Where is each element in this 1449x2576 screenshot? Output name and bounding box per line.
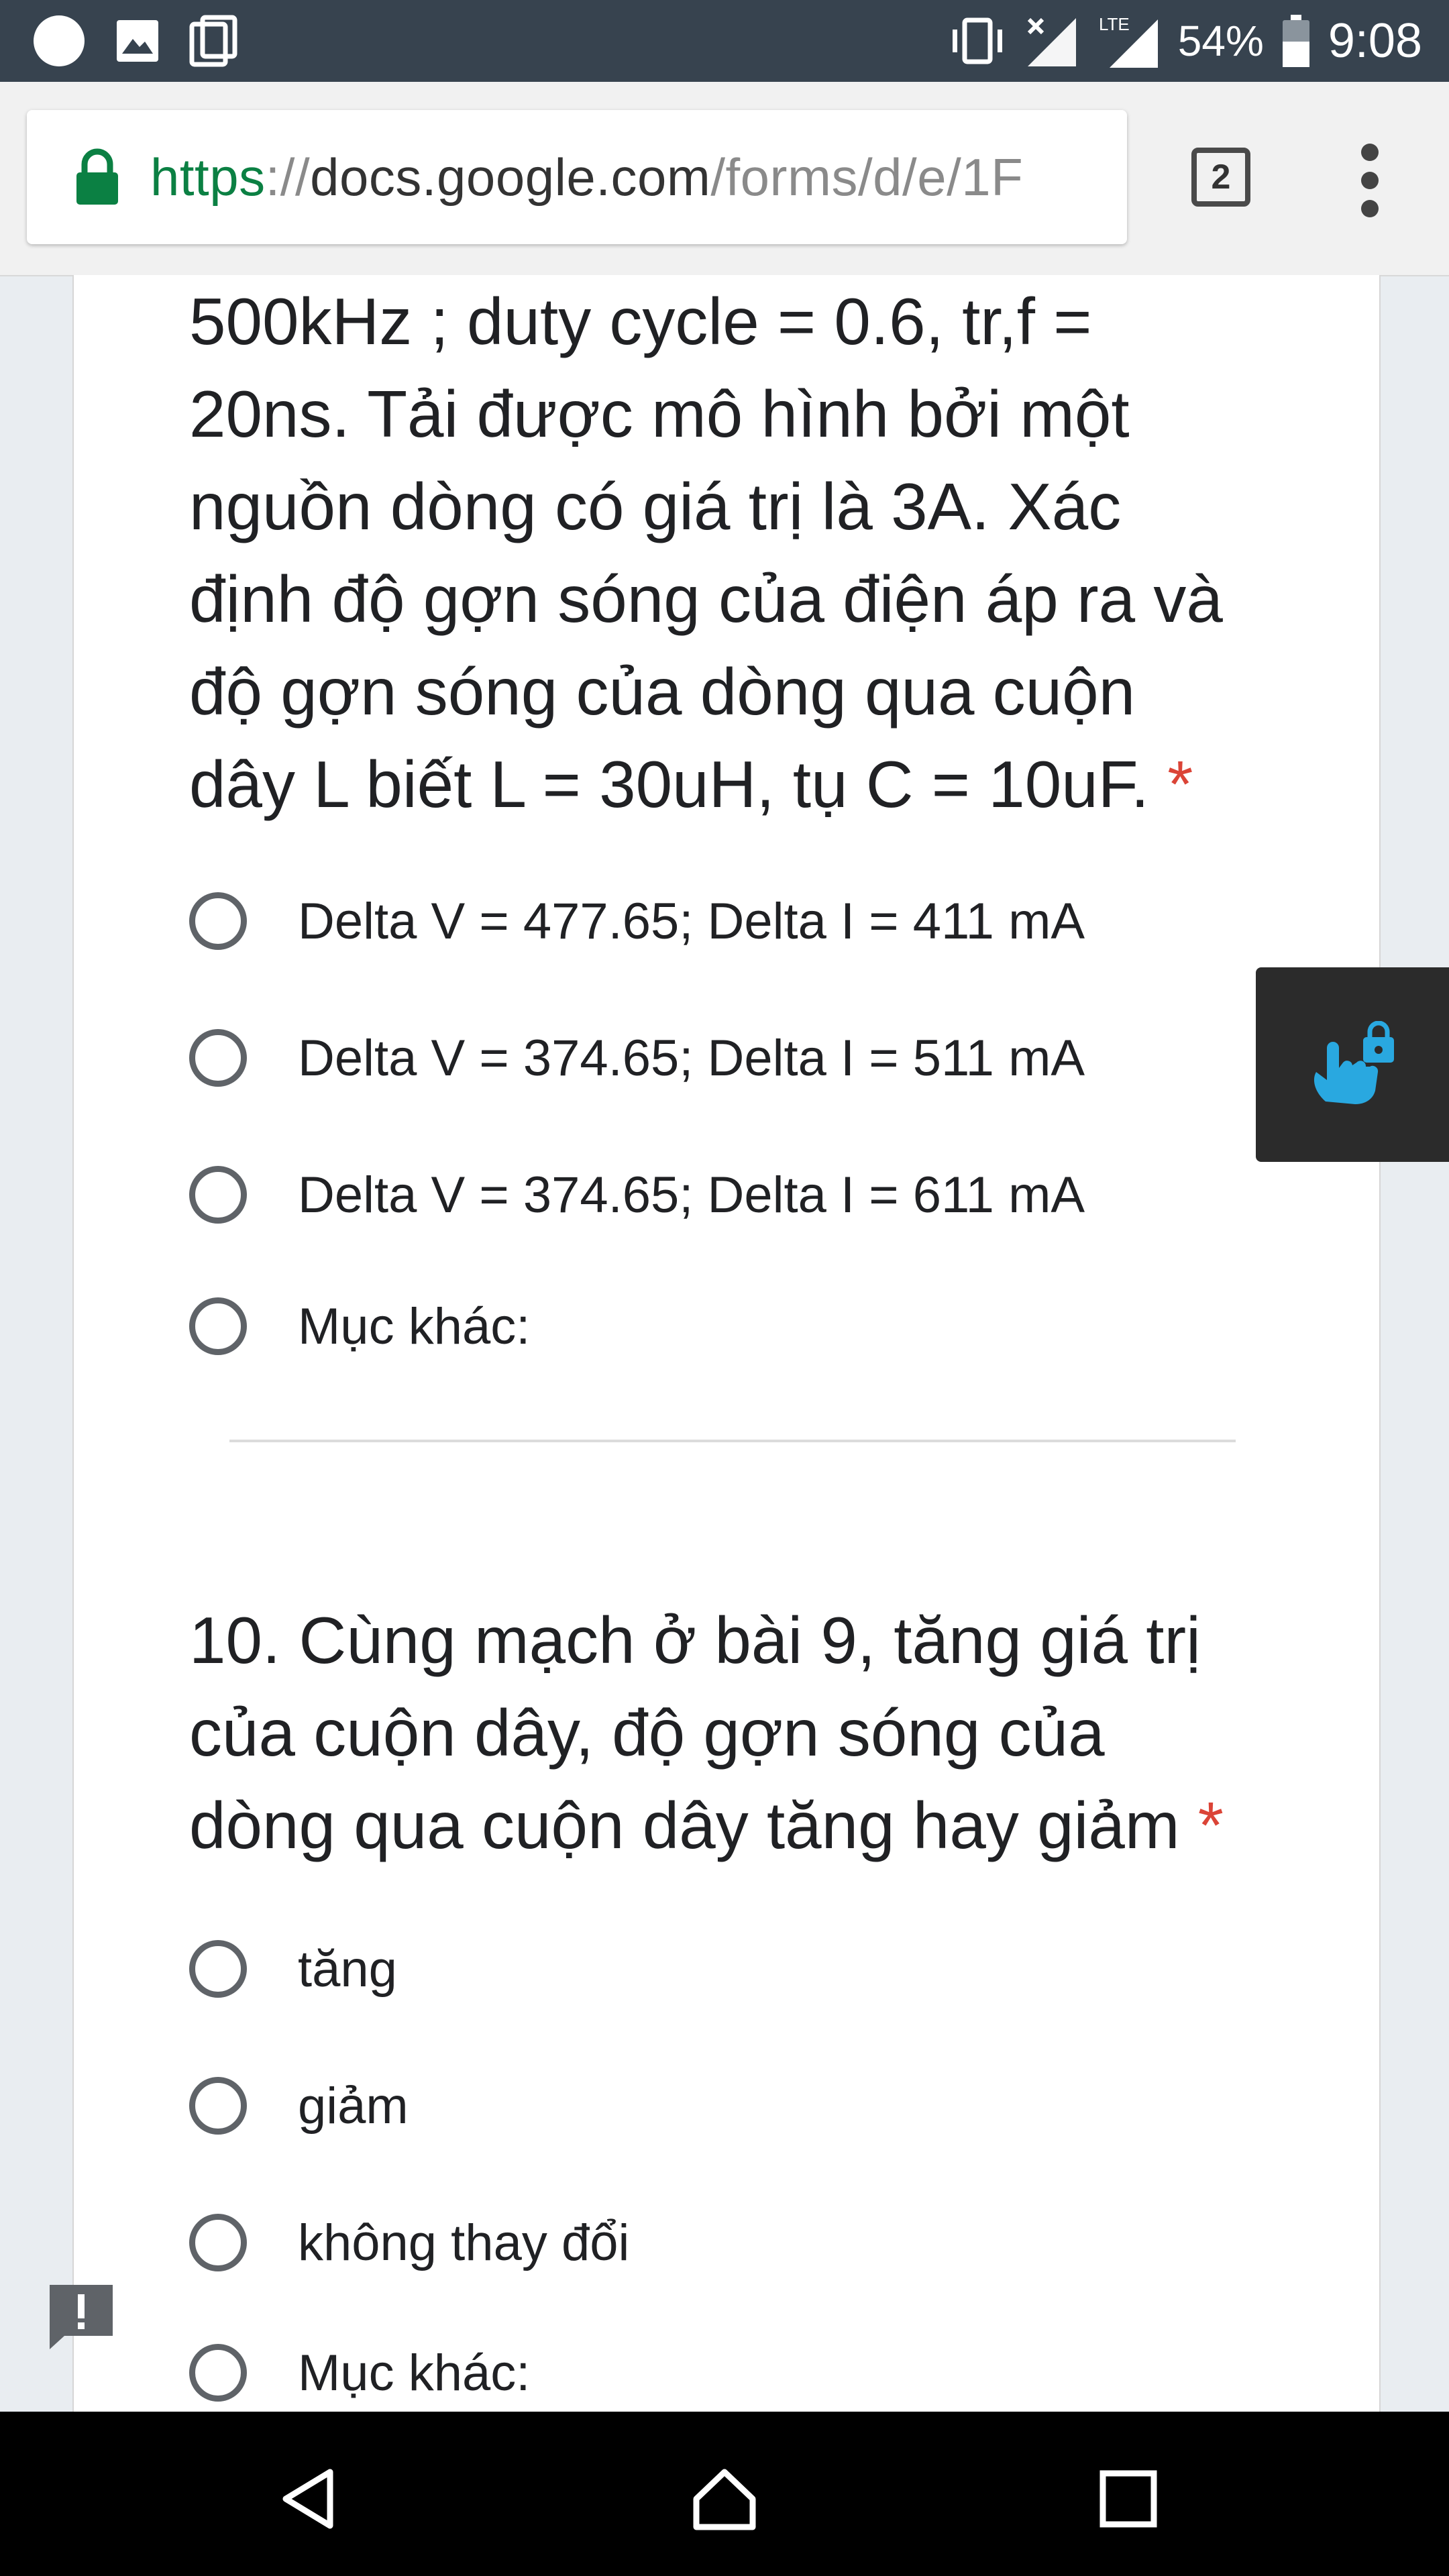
android-nav-bar — [0, 2412, 1449, 2576]
hand-lock-icon — [1313, 1021, 1394, 1104]
lte-signal-icon: LTE — [1099, 14, 1158, 68]
clock: 9:08 — [1328, 14, 1422, 68]
url-text: https://docs.google.com/forms/d/e/1F — [150, 147, 1024, 207]
battery-icon — [1282, 15, 1309, 67]
radio-button[interactable] — [189, 1940, 247, 1998]
home-icon[interactable] — [691, 2465, 758, 2532]
q9-option-1[interactable]: Delta V = 477.65; Delta I = 411 mA — [189, 884, 1085, 958]
q10-option-1[interactable]: tăng — [189, 1932, 397, 2006]
radio-button[interactable] — [189, 1029, 247, 1087]
vibrate-icon — [952, 17, 1002, 64]
section-divider — [229, 1440, 1236, 1442]
option-label: Mục khác: — [298, 2344, 531, 2402]
browser-toolbar: https://docs.google.com/forms/d/e/1F 2 — [0, 82, 1449, 276]
radio-button[interactable] — [189, 1166, 247, 1224]
option-label: Delta V = 374.65; Delta I = 511 mA — [298, 1029, 1085, 1087]
back-icon[interactable] — [276, 2465, 343, 2532]
q9-option-2[interactable]: Delta V = 374.65; Delta I = 511 mA — [189, 1021, 1085, 1095]
radio-button[interactable] — [189, 2344, 247, 2402]
option-label: Mục khác: — [298, 1297, 531, 1355]
required-marker: * — [1197, 1788, 1224, 1862]
lock-icon — [76, 148, 118, 205]
screenshot-notification-icon — [189, 15, 237, 67]
option-label: giảm — [298, 2077, 409, 2135]
q10-option-2[interactable]: giảm — [189, 2069, 409, 2143]
option-label: không thay đổi — [298, 2214, 630, 2271]
image-notification-icon — [117, 20, 158, 62]
feedback-icon[interactable] — [44, 2279, 118, 2353]
radio-button[interactable] — [189, 1297, 247, 1355]
battery-percent: 54% — [1177, 17, 1264, 65]
radio-button[interactable] — [189, 2214, 247, 2271]
question-9-text: 500kHz ; duty cycle = 0.6, tr,f = 20ns. … — [189, 284, 1223, 821]
circle-notification-icon — [34, 15, 85, 66]
radio-button[interactable] — [189, 892, 247, 950]
q9-option-3[interactable]: Delta V = 374.65; Delta I = 611 mA — [189, 1158, 1085, 1232]
tab-switcher-button[interactable]: 2 — [1191, 148, 1250, 207]
q9-option-other[interactable]: Mục khác: — [189, 1289, 530, 1363]
option-label: Delta V = 477.65; Delta I = 411 mA — [298, 892, 1085, 950]
radio-button[interactable] — [189, 2077, 247, 2135]
option-label: Delta V = 374.65; Delta I = 611 mA — [298, 1166, 1085, 1224]
q10-option-3[interactable]: không thay đổi — [189, 2206, 629, 2279]
signal-icon — [1027, 17, 1076, 66]
required-marker: * — [1167, 747, 1193, 821]
overflow-menu-icon[interactable] — [1356, 144, 1383, 217]
svg-text:LTE: LTE — [1099, 14, 1130, 34]
floating-lock-widget[interactable] — [1256, 967, 1449, 1162]
q10-option-other[interactable]: Mục khác: — [189, 2336, 530, 2410]
option-label: tăng — [298, 1940, 397, 1998]
url-bar[interactable]: https://docs.google.com/forms/d/e/1F — [27, 110, 1127, 244]
status-bar: LTE 54% 9:08 — [0, 0, 1449, 82]
question-10-text: 10. Cùng mạch ở bài 9, tăng giá trị của … — [189, 1603, 1224, 1862]
recents-icon[interactable] — [1095, 2465, 1162, 2532]
